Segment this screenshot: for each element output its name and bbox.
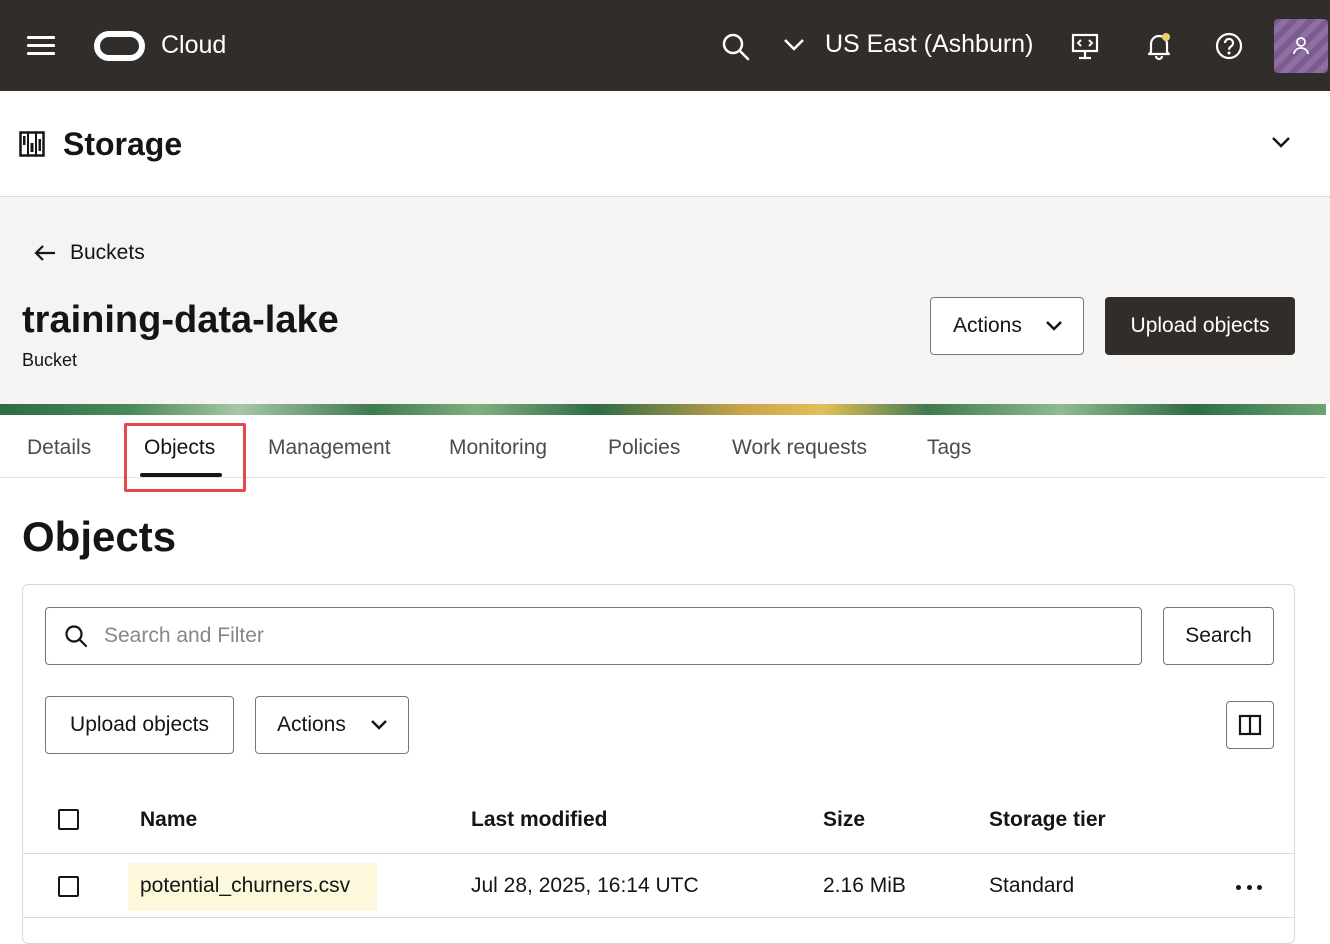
divider — [23, 917, 1294, 918]
upload-objects-button[interactable]: Upload objects — [1105, 297, 1295, 355]
actions-label: Actions — [277, 713, 346, 736]
column-header-last-modified[interactable]: Last modified — [471, 808, 608, 832]
page-title: training-data-lake — [22, 299, 339, 341]
search-field[interactable] — [45, 607, 1142, 665]
developer-tools-icon[interactable] — [1070, 31, 1100, 61]
tab-details[interactable]: Details — [27, 436, 91, 460]
tab-tags[interactable]: Tags — [927, 436, 971, 460]
top-bar: Cloud US East (Ashburn) — [0, 0, 1330, 91]
object-storage-tier: Standard — [989, 874, 1075, 897]
select-all-checkbox[interactable] — [58, 809, 79, 830]
notification-bell-icon[interactable] — [1144, 31, 1174, 61]
tab-management[interactable]: Management — [268, 436, 391, 460]
search-input[interactable] — [104, 624, 1004, 648]
decorative-banner — [0, 404, 1326, 415]
tab-monitoring[interactable]: Monitoring — [449, 436, 547, 460]
highlight-annotation — [124, 423, 246, 492]
region-selector[interactable]: US East (Ashburn) — [783, 30, 1033, 59]
column-header-size[interactable]: Size — [823, 808, 865, 832]
chevron-down-icon[interactable] — [1270, 135, 1292, 149]
column-settings-button[interactable] — [1226, 701, 1274, 749]
divider — [23, 853, 1294, 854]
storage-icon — [19, 131, 45, 157]
objects-panel: Search Upload objects Actions Name Last … — [22, 584, 1295, 944]
chevron-down-icon — [784, 38, 804, 51]
tab-work-requests[interactable]: Work requests — [732, 436, 867, 460]
help-icon[interactable] — [1214, 31, 1244, 61]
brand-label[interactable]: Cloud — [161, 31, 226, 60]
actions-menu-button[interactable]: Actions — [930, 297, 1084, 355]
search-icon[interactable] — [722, 33, 750, 61]
object-name-link[interactable]: potential_churners.csv — [140, 874, 350, 898]
search-button[interactable]: Search — [1163, 607, 1274, 665]
chevron-down-icon — [371, 720, 387, 730]
columns-icon — [1238, 714, 1262, 736]
row-checkbox[interactable] — [58, 876, 79, 897]
region-label: US East (Ashburn) — [825, 30, 1034, 58]
section-title: Objects — [22, 513, 177, 560]
menu-icon[interactable] — [27, 36, 55, 58]
column-header-name[interactable]: Name — [140, 808, 197, 832]
object-size: 2.16 MiB — [823, 874, 906, 897]
actions-menu-button[interactable]: Actions — [255, 696, 409, 754]
row-actions-menu-icon[interactable] — [1236, 883, 1262, 891]
service-title: Storage — [63, 126, 183, 162]
back-to-buckets-link[interactable]: Buckets — [33, 241, 145, 265]
avatar[interactable] — [1274, 19, 1328, 73]
tab-policies[interactable]: Policies — [608, 436, 680, 460]
page-header: Buckets training-data-lake Bucket Action… — [0, 197, 1330, 404]
column-header-storage-tier[interactable]: Storage tier — [989, 808, 1106, 832]
arrow-left-icon — [34, 245, 55, 261]
search-icon — [65, 625, 88, 648]
actions-label: Actions — [953, 314, 1022, 337]
oracle-logo-icon[interactable] — [94, 31, 145, 61]
user-icon — [1293, 37, 1309, 55]
chevron-down-icon — [1046, 321, 1062, 331]
object-last-modified: Jul 28, 2025, 16:14 UTC — [471, 874, 699, 897]
back-label: Buckets — [70, 241, 145, 264]
service-header: Storage — [0, 91, 1330, 197]
page-subtitle: Bucket — [22, 350, 78, 370]
upload-objects-button[interactable]: Upload objects — [45, 696, 234, 754]
